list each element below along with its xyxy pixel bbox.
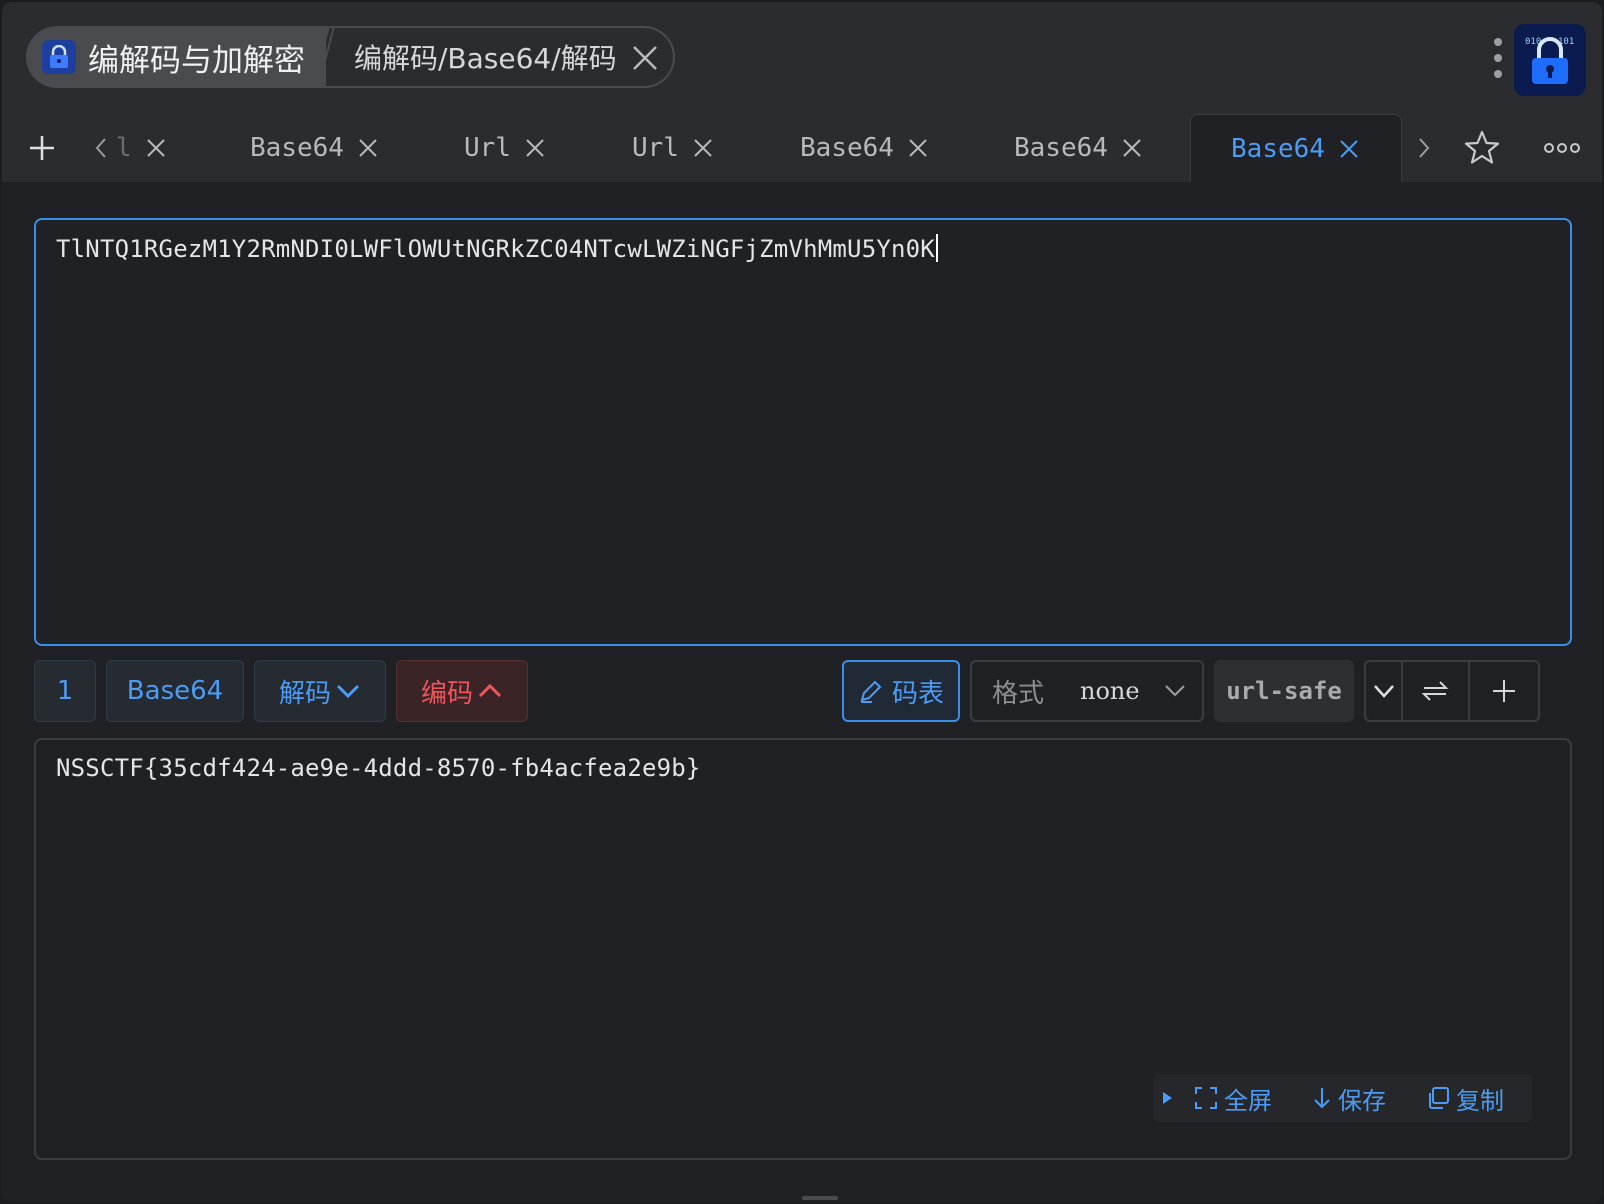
tab-6[interactable]: Base64 [1014,114,1142,182]
close-tab-icon[interactable] [358,138,378,158]
chevron-down-icon [1164,685,1185,697]
operation-toolbar: 1 Base64 解码 编码 码表 格式 none url-safe [34,660,1572,724]
plus-icon [30,136,54,160]
output-textarea[interactable]: NSSCTF{35cdf424-ae9e-4ddd-8570-fb4acfea2… [34,738,1572,1160]
output-value: NSSCTF{35cdf424-ae9e-4ddd-8570-fb4acfea2… [56,754,701,782]
encode-button[interactable]: 编码 [396,660,528,722]
app-window: 编解码与加解密 编解码/Base64/解码 010 101 l Base64 U… [2,2,1602,1202]
action-button-group [1364,660,1540,722]
lock-icon [42,40,76,74]
close-tab-icon[interactable] [1122,138,1142,158]
format-value: none [1080,677,1140,705]
input-value: TlNTQ1RGezM1Y2RmNDI0LWFlOWUtNGRkZC04NTcw… [56,235,935,263]
new-tab-button[interactable] [24,114,60,182]
chevron-left-icon [95,138,106,158]
breadcrumb-page[interactable]: 编解码/Base64/解码 [320,26,675,88]
tab-7-active[interactable]: Base64 [1190,114,1402,182]
decode-button[interactable]: 解码 [254,660,386,722]
save-button[interactable]: 保存 [1312,1081,1386,1116]
star-icon [1464,130,1500,164]
tab-strip: l Base64 Url Url Base64 Base64 Base64 [2,114,1602,182]
arrow-down-icon [1314,1088,1330,1109]
step-count: 1 [56,676,74,706]
fullscreen-label: 全屏 [1224,1086,1272,1115]
favorite-button[interactable] [1460,114,1504,182]
chevron-down-icon [336,684,360,699]
format-select[interactable]: 格式 none [970,660,1204,722]
app-logo-icon: 010 101 [1514,24,1586,96]
kebab-menu-icon[interactable] [1490,36,1506,80]
encode-label: 编码 [420,678,473,709]
tab-2[interactable]: Base64 [250,114,378,182]
tab-label: Base64 [1231,133,1325,164]
breadcrumb-app[interactable]: 编解码与加解密 [26,26,326,88]
workspace: TlNTQ1RGezM1Y2RmNDI0LWFlOWUtNGRkZC04NTcw… [2,182,1602,1202]
expand-down-button[interactable] [1366,662,1404,720]
algorithm-button[interactable]: Base64 [106,660,244,722]
code-table-button[interactable]: 码表 [842,660,960,722]
close-icon[interactable] [631,44,659,72]
page-path: 编解码/Base64/解码 [354,42,617,75]
swap-icon [1421,681,1449,701]
edit-pen-icon [860,680,882,703]
tab-label: Base64 [250,133,344,163]
scroll-tabs-right-button[interactable] [1410,114,1438,182]
chevron-down-icon [1373,685,1394,698]
close-tab-icon[interactable] [1339,139,1359,159]
save-label: 保存 [1338,1086,1386,1115]
tab-label: Url [632,133,679,163]
more-button[interactable] [1540,114,1584,182]
decode-label: 解码 [278,678,331,709]
plus-icon [1492,680,1515,702]
tab-label: l [116,133,132,163]
step-count-badge: 1 [34,660,96,722]
copy-label: 复制 [1456,1086,1504,1115]
url-safe-label: url-safe [1226,677,1342,705]
output-actions: 全屏 保存 复制 [1154,1074,1532,1122]
tab-4[interactable]: Url [632,114,713,182]
close-tab-icon[interactable] [908,138,928,158]
play-arrow-icon[interactable] [1160,1090,1174,1106]
tab-label: Base64 [1014,133,1108,163]
input-text-wrapper: TlNTQ1RGezM1Y2RmNDI0LWFlOWUtNGRkZC04NTcw… [56,234,938,263]
chevron-right-icon [1419,138,1430,158]
chevron-up-icon [478,683,502,698]
algorithm-label: Base64 [126,676,224,706]
close-tab-icon[interactable] [525,138,545,158]
close-tab-icon[interactable] [146,138,166,158]
add-step-button[interactable] [1470,662,1538,720]
url-safe-toggle[interactable]: url-safe [1214,660,1354,722]
format-label: 格式 [992,678,1045,709]
tab-label: Base64 [800,133,894,163]
copy-button[interactable]: 复制 [1426,1081,1504,1116]
close-tab-icon[interactable] [693,138,713,158]
code-table-label: 码表 [891,678,944,709]
fullscreen-button[interactable]: 全屏 [1194,1081,1272,1116]
more-horizontal-icon [1544,143,1580,153]
resize-handle[interactable] [802,1196,838,1200]
copy-icon [1429,1087,1449,1109]
text-caret [935,234,938,262]
app-name: 编解码与加解密 [88,42,305,79]
swap-button[interactable] [1403,662,1470,720]
tab-5[interactable]: Base64 [800,114,928,182]
fullscreen-icon [1195,1087,1217,1109]
tab-label: Url [464,133,511,163]
title-bar: 编解码与加解密 编解码/Base64/解码 010 101 [2,2,1602,114]
input-textarea[interactable]: TlNTQ1RGezM1Y2RmNDI0LWFlOWUtNGRkZC04NTcw… [34,218,1572,646]
tab-1[interactable]: l [94,114,166,182]
tab-3[interactable]: Url [464,114,545,182]
